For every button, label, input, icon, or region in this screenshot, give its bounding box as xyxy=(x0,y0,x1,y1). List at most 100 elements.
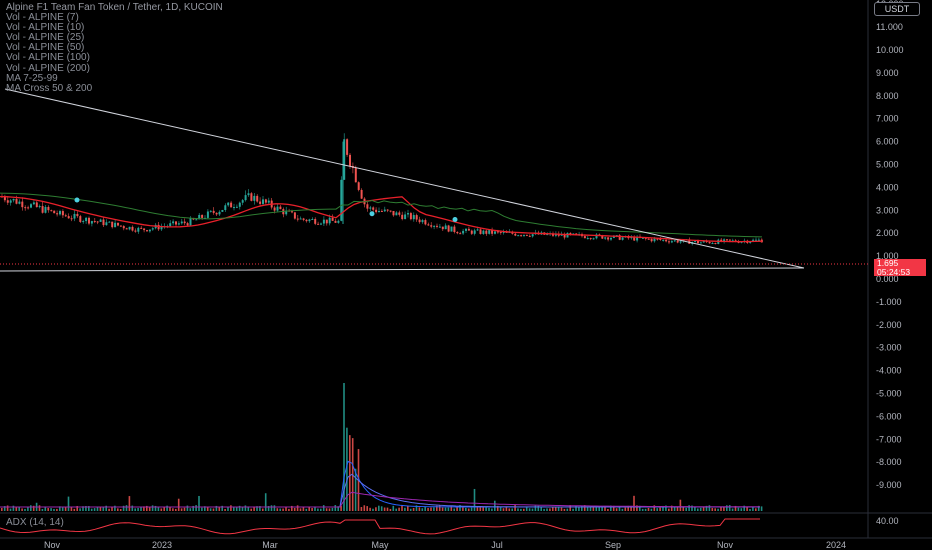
candle-body xyxy=(302,218,305,220)
volume-bar xyxy=(99,507,102,511)
candle-body xyxy=(604,237,607,239)
chart-legend[interactable]: Alpine F1 Team Fan Token / Tether, 1D, K… xyxy=(6,2,223,94)
volume-ma xyxy=(0,460,760,508)
volume-bar xyxy=(262,508,264,511)
adx-legend[interactable]: ADX (14, 14) xyxy=(6,517,64,528)
volume-bar xyxy=(586,507,589,511)
candle-body xyxy=(61,211,64,216)
legend-indicator[interactable]: MA Cross 50 & 200 xyxy=(6,83,223,94)
candle-body xyxy=(531,234,534,237)
candle-body xyxy=(349,154,351,167)
volume-bar xyxy=(189,508,192,511)
volume-bar xyxy=(233,507,235,511)
volume-bar xyxy=(212,508,215,511)
candle-body xyxy=(517,235,520,237)
candle-body xyxy=(479,229,482,234)
volume-bar xyxy=(180,508,183,511)
volume-bar xyxy=(148,507,151,511)
price-axis-label: -5.000 xyxy=(876,389,902,399)
candle-body xyxy=(90,221,93,224)
time-axis-label: Nov xyxy=(717,540,734,550)
candle-body xyxy=(18,201,21,204)
candle-body xyxy=(122,226,125,229)
volume-bar xyxy=(201,507,203,511)
candle-body xyxy=(331,217,334,221)
volume-bar xyxy=(386,507,389,511)
volume-bar xyxy=(467,508,470,511)
candle-body xyxy=(488,230,491,234)
support-trendline[interactable] xyxy=(0,267,805,272)
candle-body xyxy=(378,210,380,213)
volume-bar xyxy=(47,508,49,511)
price-axis-label: -9.000 xyxy=(876,480,902,490)
candle-body xyxy=(27,207,30,209)
candle-body xyxy=(438,226,441,228)
volume-bar xyxy=(282,508,284,511)
candle-body xyxy=(421,220,424,223)
volume-bar xyxy=(728,505,731,511)
time-axis-label: Nov xyxy=(44,540,61,550)
candle-body xyxy=(398,212,401,215)
volume-bar xyxy=(679,499,682,511)
price-axis[interactable]: 12.00011.00010.0009.0008.0007.0006.0005.… xyxy=(876,0,904,490)
descending-trendline[interactable] xyxy=(4,88,805,269)
volume-bar xyxy=(418,507,421,511)
volume-bar xyxy=(421,508,424,511)
candle-body xyxy=(157,224,160,230)
volume-bar xyxy=(508,508,511,511)
candle-body xyxy=(322,219,325,224)
candle-body xyxy=(264,199,267,203)
candle-body xyxy=(668,241,670,243)
candle-body xyxy=(230,202,233,208)
volume-bar xyxy=(494,500,496,511)
bar-countdown: 05:24:53 xyxy=(877,266,911,277)
currency-button[interactable]: USDT xyxy=(874,2,920,16)
candle-body xyxy=(267,200,270,203)
volume-bar xyxy=(311,508,313,511)
volume-bar xyxy=(102,507,105,511)
price-axis-label: 5.000 xyxy=(876,160,899,170)
candle-body xyxy=(328,217,331,224)
candle-body xyxy=(325,219,328,224)
volume-bar xyxy=(131,505,134,511)
candlesticks[interactable] xyxy=(1,133,763,246)
candle-body xyxy=(44,206,47,213)
volume-bar xyxy=(694,507,696,511)
volume-bar xyxy=(198,495,200,511)
volume-bar xyxy=(560,507,563,511)
volume-bar xyxy=(726,505,728,511)
volume-bar xyxy=(433,507,435,511)
candle-body xyxy=(93,221,96,223)
candle-body xyxy=(172,221,175,224)
candle-body xyxy=(64,215,67,217)
candle-body xyxy=(401,214,404,220)
candle-body xyxy=(148,229,151,232)
time-axis-label: Mar xyxy=(262,540,278,550)
volume-bar xyxy=(624,507,627,511)
volume-bar xyxy=(21,508,23,511)
candle-body xyxy=(592,238,595,240)
volume-bar xyxy=(650,508,653,511)
adx-scale-label: 40.00 xyxy=(876,516,899,526)
candle-body xyxy=(462,230,465,234)
candle-body xyxy=(293,212,296,219)
volume-bar xyxy=(441,507,444,511)
candle-body xyxy=(450,226,453,232)
candle-body xyxy=(404,214,407,220)
candle-body xyxy=(465,228,467,231)
candle-body xyxy=(708,241,711,244)
volume-bar xyxy=(50,508,52,511)
volume-bar xyxy=(369,507,371,511)
volume-bars xyxy=(1,383,763,511)
volume-bar xyxy=(462,507,464,511)
time-axis[interactable]: Nov 2023 Mar May Jul Sep Nov 2024 xyxy=(44,540,846,550)
volume-bar xyxy=(514,505,516,511)
volume-bar xyxy=(714,508,716,511)
volume-bar xyxy=(668,508,670,511)
price-axis-label: 3.000 xyxy=(876,205,899,215)
volume-bar xyxy=(444,507,447,511)
candle-body xyxy=(137,227,140,232)
candle-body xyxy=(407,213,409,215)
candle-body xyxy=(88,217,90,224)
price-axis-label: -3.000 xyxy=(876,343,902,353)
